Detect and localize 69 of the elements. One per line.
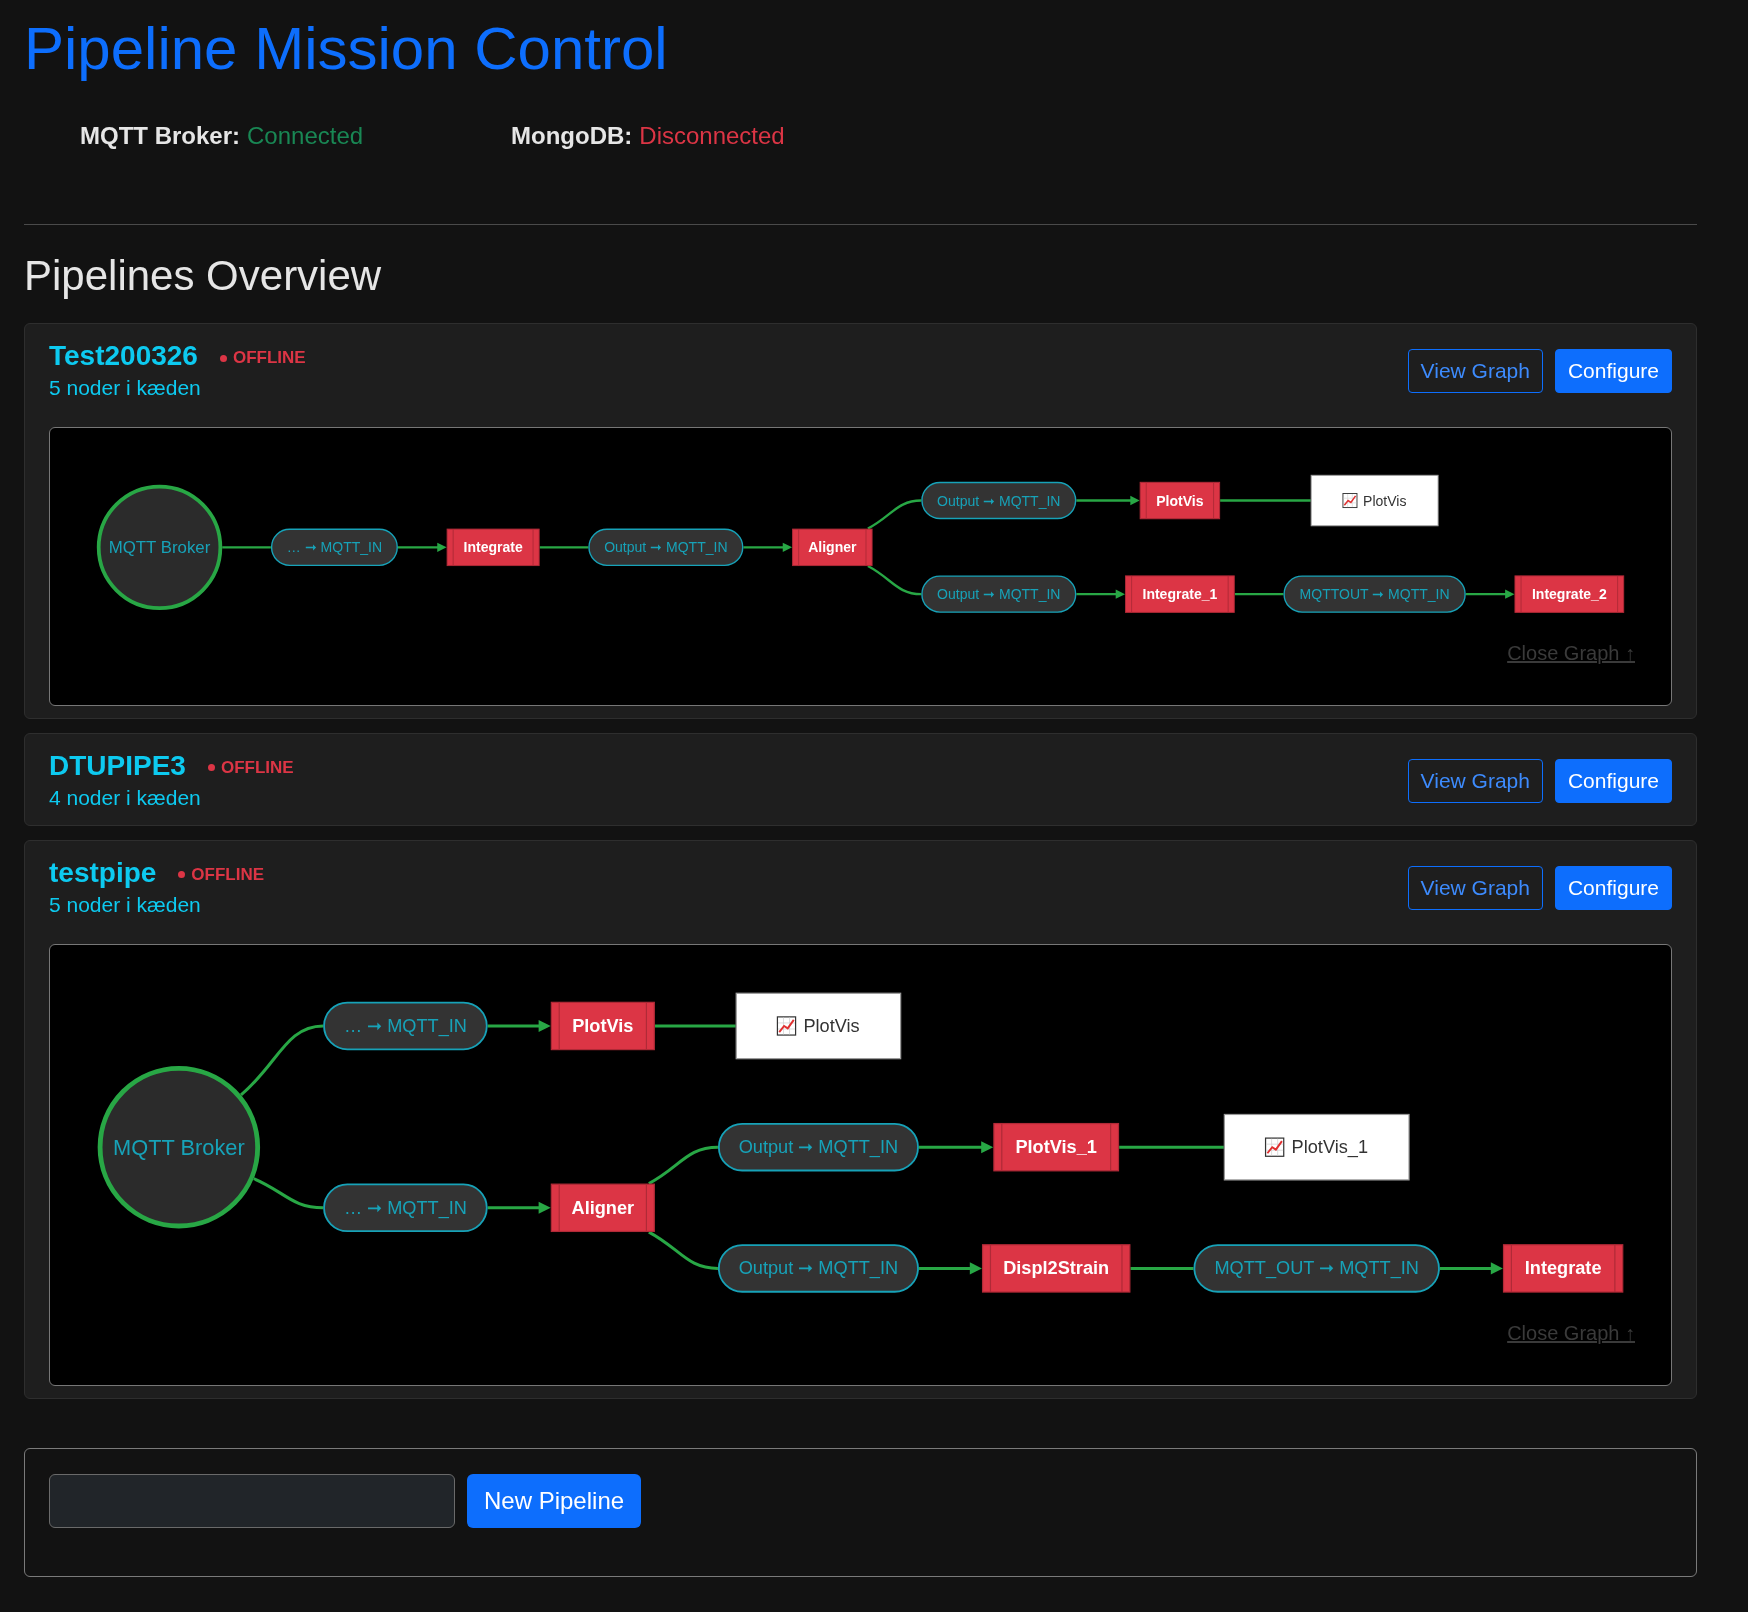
connector-arrow [1076,495,1140,506]
node-label: PlotVis [803,1015,860,1036]
chart-icon [1342,493,1358,509]
topic-node: … ➞ MQTT_IN [323,1183,488,1232]
processor-node: Integrate_2 [1514,575,1625,613]
new-pipeline-button[interactable]: New Pipeline [467,1473,642,1528]
connector-line [1130,1266,1194,1270]
broker-node: MQTT Broker [96,484,223,611]
processor-node: PlotVis [550,1001,655,1050]
processor-node: Integrate_1 [1125,575,1235,613]
processor-node: Integrate [446,528,540,567]
topic-node: … ➞ MQTT_IN [323,1001,488,1050]
connector-arrow [397,542,447,552]
connector-arrow [743,542,793,552]
configure-button[interactable]: Configure [1554,865,1672,910]
node-count: 4 noder i kæden [49,784,202,811]
node-label: PlotVis_1 [1291,1136,1369,1157]
topic-node: … ➞ MQTT_IN [270,528,398,567]
processor-node: Aligner [550,1183,655,1232]
configure-button[interactable]: Configure [1554,758,1672,803]
node-count: 5 noder i kæden [49,891,202,918]
status-text: OFFLINE [220,756,294,779]
status-text: OFFLINE [191,863,265,886]
connector-arrow [1465,589,1515,599]
connector-line [539,546,589,549]
connector-line [648,1145,719,1185]
connector-arrow [487,1019,551,1032]
connector-line [1234,592,1284,596]
connector-line [253,1176,324,1209]
connector-arrow [918,1262,982,1275]
section-title: Pipelines Overview [24,251,383,301]
chart-icon [1264,1137,1285,1157]
configure-button[interactable]: Configure [1554,349,1672,393]
topic-node: Output ➞ MQTT_IN [921,481,1077,520]
node-label: PlotVis [1363,492,1407,509]
connector-arrow [487,1201,551,1214]
processor-node: Displ2Strain [981,1243,1131,1293]
topic-node: Output ➞ MQTT_IN [717,1122,919,1172]
service-status: Disconnected [639,121,785,151]
chart-icon [776,1015,797,1036]
connector-line [648,1230,719,1270]
connector-arrow [1439,1262,1503,1275]
connector-line [867,499,922,530]
pipeline-name: testpipe [49,855,157,890]
page-title: Pipeline Mission Control [24,14,669,84]
view-graph-button[interactable]: View Graph [1407,865,1543,910]
processor-node: Integrate [1502,1243,1624,1293]
topic-node: MQTT_OUT ➞ MQTT_IN [1193,1243,1440,1293]
pipeline-name: Test200326 [49,339,198,373]
service-status: Connected [247,121,364,151]
processor-node: PlotVis [1139,481,1221,520]
status-text: OFFLINE [232,347,306,369]
view-graph-button[interactable]: View Graph [1407,758,1543,803]
service-label: MQTT Broker: [80,121,240,151]
connector-line [222,546,271,549]
broker-node: MQTT Broker [97,1065,261,1229]
connector-arrow [1076,589,1126,599]
service-label: MongoDB: [511,121,633,151]
node-count: 5 noder i kæden [49,375,202,401]
topic-node: Output ➞ MQTT_IN [588,528,744,567]
pipeline-name: DTUPIPE3 [49,748,186,783]
topic-node: Output ➞ MQTT_IN [921,575,1077,613]
view-graph-button[interactable]: View Graph [1407,349,1543,393]
topic-node: Output ➞ MQTT_IN [717,1243,919,1293]
name-input-field[interactable] [49,1473,455,1528]
topic-node: MQTTOUT ➞ MQTT_IN [1283,575,1466,613]
processor-node: Aligner [792,528,873,567]
connector-line [867,565,922,596]
processor-node: PlotVis_1 [993,1122,1120,1172]
